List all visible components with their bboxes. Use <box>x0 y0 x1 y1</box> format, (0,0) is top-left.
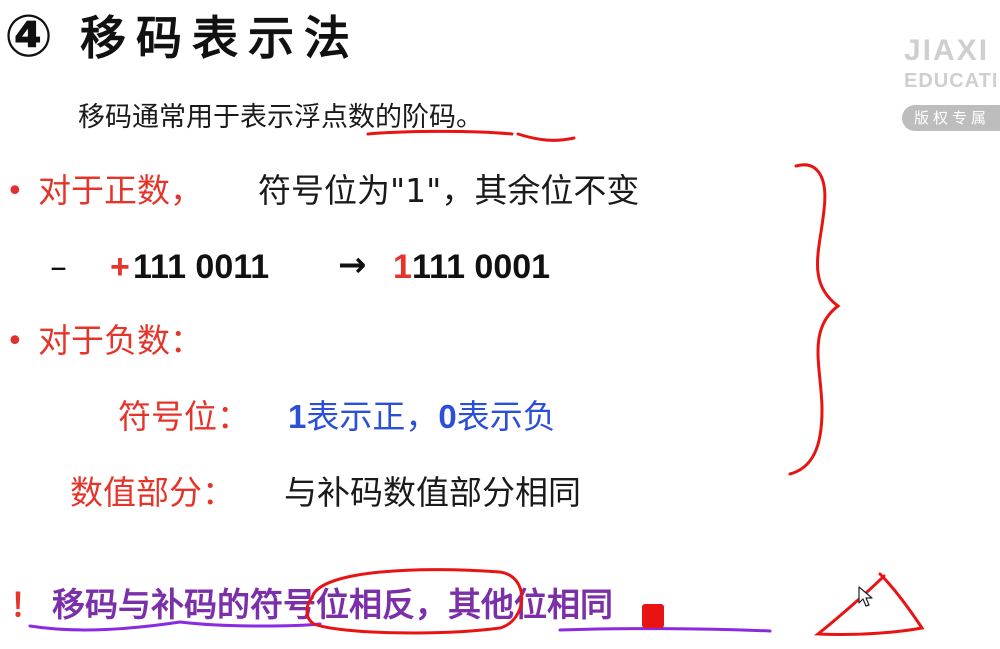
numeric-part-value: 与补码数值部分相同 <box>284 473 581 512</box>
example-before-value: 111 0011 <box>133 248 270 286</box>
watermark-logo-line2: EDUCATI <box>904 70 999 92</box>
sign-bit-label: 符号位： <box>118 397 250 436</box>
watermark-badge: 版权专属 <box>902 105 1000 131</box>
numeric-part-label: 数值部分： <box>70 473 235 512</box>
sign-bit-one: 1 <box>288 398 307 435</box>
example-after-value: 111 0001 <box>412 248 551 286</box>
mouse-pointer-icon <box>858 586 873 607</box>
bullet-positive-heading: 对于正数， <box>38 171 203 210</box>
example-plus-sign: + <box>110 248 130 286</box>
pen-marker-dot <box>642 604 664 628</box>
example-dash: – <box>50 247 67 287</box>
sign-bit-zero-text: 表示负 <box>456 397 556 436</box>
example-after-sign-bit: 1 <box>393 248 412 286</box>
sign-bit-one-text: 表示正， <box>306 397 439 436</box>
note-text: 移码与补码的符号位相反，其他位相同 <box>52 585 613 624</box>
intro-sentence: 移码通常用于表示浮点数的阶码。 <box>78 102 483 133</box>
pen-underline-exponent <box>516 132 576 142</box>
pen-curly-brace <box>788 163 841 476</box>
pen-underline-others <box>558 627 772 633</box>
sign-bit-zero: 0 <box>438 398 457 435</box>
bullet-dot-icon: • <box>6 324 24 359</box>
note-exclamation: ！ <box>10 586 43 624</box>
bullet-negative-heading: 对于负数： <box>38 321 203 360</box>
arrow-right-icon: → <box>338 245 367 285</box>
slide-title: 移码表示法 <box>80 11 360 65</box>
sign-bit-value: 1表示正，0表示负 <box>288 396 556 438</box>
bullet-dot-icon: • <box>6 174 24 209</box>
watermark-logo-line1: JIAXI <box>904 34 990 67</box>
bullet-positive-rule: 符号位为"1"，其余位不变 <box>258 171 640 210</box>
title-number: ④ <box>4 2 54 70</box>
